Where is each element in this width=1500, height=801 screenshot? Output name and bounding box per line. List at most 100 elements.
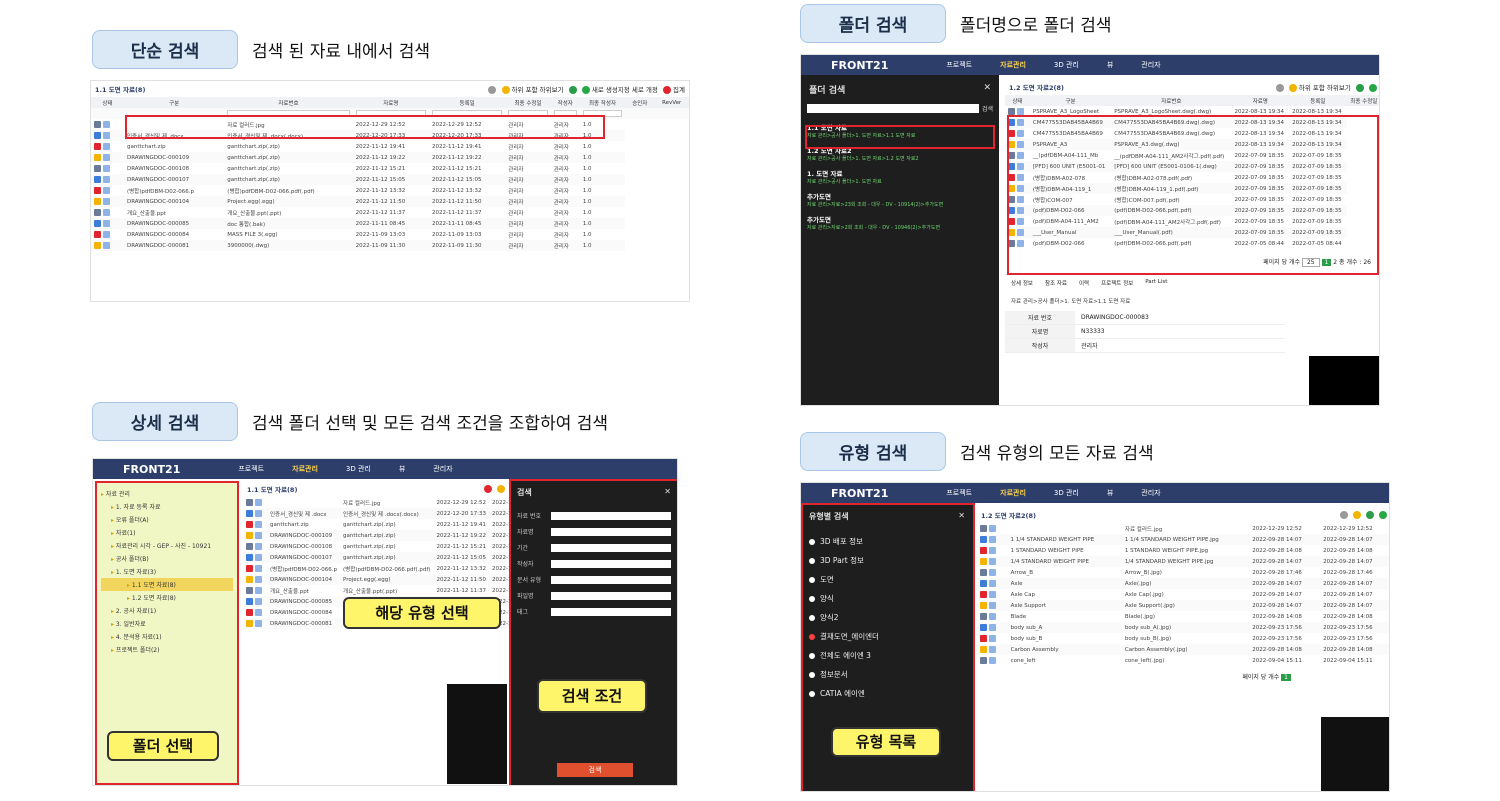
excel-icon[interactable]: [568, 86, 577, 94]
type-option[interactable]: 도면: [809, 570, 965, 589]
col-doc-no[interactable]: 자료번호: [224, 97, 353, 108]
table-row[interactable]: 1/4 STANDARD WEIGHT PIPE 1/4 STANDARD WEI…: [977, 556, 1389, 567]
table-row[interactable]: (pdf)DBM-D02-066 (pdf)DBM-D02-066.pdf(.pd…: [1005, 205, 1379, 216]
table-row[interactable]: Axle Axle(.jpg) 2022-09-28 14:07 2022-09-28…: [977, 578, 1389, 589]
col-doc-no[interactable]: 자료번호: [1111, 95, 1232, 106]
table-row[interactable]: body sub_B body sub_B(.jpg) 2022-09-23 17:…: [977, 633, 1389, 644]
table-row[interactable]: CM477553DAB45BA4B69 CM477553DAB45BA4B69.d…: [1005, 117, 1379, 128]
col-doc-name[interactable]: 자료명: [352, 97, 429, 108]
table-row[interactable]: [PFD] 600 UNIT (E5001-01 [PFD] 600 UNIT (…: [1005, 161, 1379, 172]
table-row[interactable]: PSPRAVE_A3_LogoSheet PSPRAVE_A3_LogoSheet…: [1005, 106, 1379, 117]
folder-result-item[interactable]: 추가도면 자료 관리>자료>23회 조회 - 대우 - DV - 10914(2)…: [801, 188, 999, 211]
table-row[interactable]: Axle Support Axle Support(.jpg) 2022-09-28…: [977, 600, 1389, 611]
search-field-input[interactable]: [551, 559, 671, 568]
table-row[interactable]: (병합)COM-007 (병합)COM-007.pdf(.pdf) 2022-07-…: [1005, 194, 1379, 205]
tree-node[interactable]: ▸ 자료 관리: [101, 487, 233, 500]
search-field-input[interactable]: [551, 575, 671, 584]
table-row[interactable]: ganttchart.zip ganttchart.zip(.zip) 2022-1…: [91, 141, 689, 152]
search-icon[interactable]: [1339, 511, 1348, 519]
nav-admin[interactable]: 관리자: [433, 464, 452, 474]
nav-project[interactable]: 프로젝트: [238, 464, 264, 474]
type-option[interactable]: 양식: [809, 589, 965, 608]
tab-detail-info[interactable]: 상세 정보: [1011, 279, 1033, 287]
tree-node[interactable]: ▸ 오류 폴더(A): [101, 513, 233, 526]
folder-icon[interactable]: [501, 86, 510, 94]
tool-sub-include[interactable]: 하위 포함: [1299, 84, 1325, 92]
tree-node[interactable]: ▸ 1. 도면 자료(3): [101, 565, 233, 578]
table-row[interactable]: ganttchart.zip ganttchart.zip(.zip) 2022-1…: [243, 519, 545, 530]
table-row[interactable]: DRAWINGDOC-000108 ganttchart.zip(.zip) 202…: [243, 541, 545, 552]
add-icon[interactable]: [581, 86, 590, 94]
folder-result-item[interactable]: 추가도면 자료 관리>자료>2회 조회 - 대우 - DV - 10946(2)>…: [801, 211, 999, 234]
tool-revise[interactable]: 개정: [646, 86, 658, 94]
table-row[interactable]: Axle Cap Axle Cap(.jpg) 2022-09-28 14:07 20…: [977, 589, 1389, 600]
table-row[interactable]: 자료 컬러드.jpg2022-12-29 12:522022-12-29 12:…: [243, 497, 545, 508]
col-reg-date[interactable]: 등록일: [1289, 95, 1347, 106]
page-2-button[interactable]: 2: [1333, 259, 1337, 266]
radio-icon[interactable]: [809, 557, 815, 564]
table-row[interactable]: DRAWINGDOC-000108 ganttchart.zip(.zip) 202…: [91, 163, 689, 174]
filter-input-author[interactable]: [553, 110, 577, 117]
table-row[interactable]: (병합)DBM-A02-078 (병합)DBM-A02-078.pdf(.pdf)…: [1005, 172, 1379, 183]
table-row[interactable]: Blade Blade(.jpg) 2022-09-28 14:08 2022-09-…: [977, 611, 1389, 622]
tree-node[interactable]: ▸ 1.2 도면 자료(8): [101, 591, 233, 604]
folder-icon[interactable]: [1288, 84, 1297, 92]
table-row[interactable]: ___User_Manual ___User_Manual(.pdf) 2022-0…: [1005, 227, 1379, 238]
table-row[interactable]: (pdf)DBM-D02-066 (pdf)DBM-D02-066.pdf(.pd…: [1005, 238, 1379, 249]
nav-3d[interactable]: 3D 관리: [1054, 60, 1079, 70]
type-option[interactable]: CATIA 에이엔: [809, 684, 965, 703]
table-row[interactable]: 1 STANDARD WEIGHT PIPE 1 STANDARD WEIGHT …: [977, 545, 1389, 556]
tool-assign[interactable]: 생성지정: [606, 86, 630, 94]
page-1-button[interactable]: 1: [1281, 674, 1291, 681]
folder-result-item[interactable]: 1. 도면 자료 자료 관리>공사 폴더>1. 도면 자료: [801, 165, 999, 188]
filter-input-docno[interactable]: [227, 110, 350, 117]
type-option[interactable]: 결재도면_에이엔더: [809, 627, 965, 646]
table-row[interactable]: 자료 컬러드.jpg2022-12-29 12:522022-12-29 12:…: [91, 119, 689, 130]
tree-node[interactable]: ▸ 자료(1): [101, 526, 233, 539]
table-row[interactable]: DRAWINGDOC-000085doc 통합(.bak)2022-11-11 …: [91, 218, 689, 229]
tree-node[interactable]: ▸ 자료관리 시각 - GEP - 사진 - 10921: [101, 539, 233, 552]
col-type[interactable]: 구분: [123, 97, 225, 108]
filter-input-moddate[interactable]: [508, 110, 548, 117]
search-icon[interactable]: [483, 485, 492, 493]
tool-new[interactable]: 새로: [592, 86, 604, 94]
radio-icon[interactable]: [809, 633, 815, 640]
table-row[interactable]: PSPRAVE_A3 PSPRAVE_A3.dwg(.dwg) 2022-08-13…: [1005, 139, 1379, 150]
tree-node[interactable]: ▸ 2. 공사 자료(1): [101, 604, 233, 617]
table-row[interactable]: (병합)pdfDBM-D02-066.p (병합)pdfDBM-D02-066.p…: [243, 563, 545, 574]
tab-part-list[interactable]: Part List: [1145, 279, 1167, 287]
excel-icon[interactable]: [1355, 84, 1364, 92]
radio-icon[interactable]: [809, 538, 815, 545]
nav-docs[interactable]: 자료관리: [1000, 60, 1026, 70]
table-row[interactable]: 개요_산출물.ppt 개요_산출물.ppt(.ppt) 2022-11-12 11:…: [243, 585, 545, 596]
detail-search-button[interactable]: 검색: [557, 763, 633, 777]
filter-input-name[interactable]: [355, 110, 426, 117]
table-row[interactable]: 인증서_경신및 제 .docx 인증서_경신및 제 .docx(.docx) 202…: [91, 130, 689, 141]
tab-history[interactable]: 이력: [1079, 279, 1089, 287]
nav-project[interactable]: 프로젝트: [946, 488, 972, 498]
tree-node[interactable]: ▸ 3. 일반자료: [101, 617, 233, 630]
nav-view[interactable]: 뷰: [399, 464, 405, 474]
table-row[interactable]: DRAWINGDOC-000084 MASS FILE 3(.egg) 2022-1…: [91, 229, 689, 240]
table-row[interactable]: cone_left cone_left(.jpg) 2022-09-04 15:11…: [977, 655, 1389, 666]
folder-search-button[interactable]: 검색: [982, 104, 993, 113]
excel-icon[interactable]: [1365, 511, 1374, 519]
table-row[interactable]: body sub_A body sub_A(.jpg) 2022-09-23 17:…: [977, 622, 1389, 633]
table-row[interactable]: 인증서_경신및 제 .docx 인증서_경신및 제 .docx(.docx) 202…: [243, 508, 545, 519]
nav-project[interactable]: 프로젝트: [946, 60, 972, 70]
type-option[interactable]: 양식2: [809, 608, 965, 627]
nav-3d[interactable]: 3D 관리: [346, 464, 371, 474]
table-row[interactable]: DRAWINGDOC-000104 Project.egg(.egg) 2022-1…: [243, 574, 545, 585]
tab-reference[interactable]: 참조 자료: [1045, 279, 1067, 287]
search-field-input[interactable]: [551, 543, 671, 552]
folder-icon[interactable]: [497, 485, 505, 493]
folder-icon[interactable]: [1352, 511, 1361, 519]
col-doc-name[interactable]: 자료명: [1231, 95, 1290, 106]
tool-aggregate[interactable]: 집계: [673, 86, 685, 94]
col-type[interactable]: 구분: [1029, 95, 1112, 106]
table-row[interactable]: DRAWINGDOC-000104 Project.egg(.egg) 2022-1…: [91, 196, 689, 207]
search-icon[interactable]: [1275, 84, 1284, 92]
nav-docs[interactable]: 자료관리: [1000, 488, 1026, 498]
col-revver[interactable]: RevVer: [654, 97, 689, 108]
radio-icon[interactable]: [809, 671, 815, 678]
